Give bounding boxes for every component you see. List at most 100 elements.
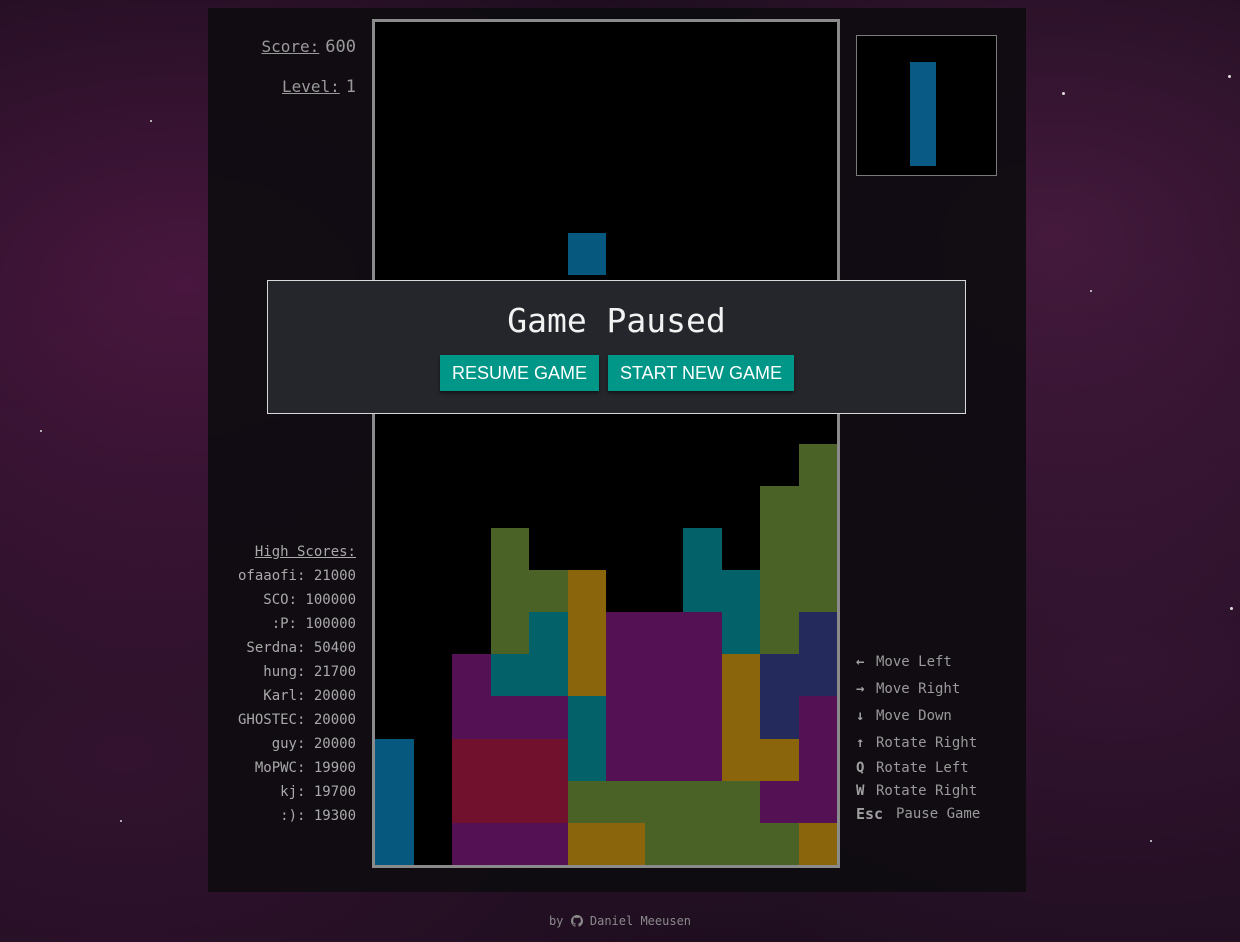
level-value: 1 (345, 77, 356, 97)
high-scores-list: High Scores: ofaaofi: 21000 SCO: 100000:P… (238, 540, 356, 828)
board-cell (375, 739, 414, 781)
board-cell (645, 696, 683, 739)
board-cell (799, 444, 837, 486)
arrow-down-icon: ↓ (856, 707, 865, 724)
star (150, 120, 152, 122)
board-cell (375, 823, 414, 865)
next-piece-preview (856, 35, 997, 176)
board-cell (452, 823, 491, 865)
board-cell (683, 696, 722, 739)
star (1228, 75, 1231, 78)
high-score-entry: Karl: 20000 (263, 688, 356, 704)
board-cell (645, 739, 683, 781)
board-cell (760, 486, 799, 528)
pause-title: Game Paused (507, 301, 726, 340)
board-cell (568, 781, 606, 823)
board-cell (568, 654, 606, 696)
board-cell (760, 696, 799, 739)
board-cell (491, 696, 529, 739)
board-cell (760, 823, 799, 865)
board-cell (645, 654, 683, 696)
arrow-up-icon: ↑ (856, 734, 865, 751)
board-cell (606, 696, 645, 739)
board-cell (722, 823, 760, 865)
pause-dialog: Game Paused RESUME GAME START NEW GAME (267, 280, 966, 414)
board-cell (568, 739, 606, 781)
board-cell (760, 570, 799, 612)
board-cell (568, 696, 606, 739)
board-cell (606, 612, 645, 654)
board-cell (722, 781, 760, 823)
star (40, 430, 42, 432)
control-row: Esc Pause Game (856, 802, 980, 825)
control-row: ↓ Move Down (856, 702, 980, 729)
level-display: Level: 1 (282, 77, 356, 97)
board-cell (760, 654, 799, 696)
high-score-entry: guy: 20000 (271, 736, 356, 752)
board-cell (799, 823, 837, 865)
star (1090, 290, 1092, 292)
board-cell (568, 612, 606, 654)
board-cell (722, 654, 760, 696)
board-cell (722, 612, 760, 654)
board-cell (645, 612, 683, 654)
game-board[interactable] (372, 19, 840, 868)
board-cell (683, 528, 722, 570)
control-row: ↑ Rotate Right (856, 729, 980, 756)
board-cell (722, 739, 760, 781)
star (1230, 607, 1233, 610)
board-cell (722, 696, 760, 739)
board-cell (529, 781, 568, 823)
score-display: Score: 600 (261, 37, 356, 57)
board-cell (606, 739, 645, 781)
star (1062, 92, 1065, 95)
board-cell (799, 570, 837, 612)
board-cell (645, 781, 683, 823)
board-cell (375, 781, 414, 823)
board-cell (683, 823, 722, 865)
board-cell (683, 739, 722, 781)
control-row: → Move Right (856, 675, 980, 702)
score-value: 600 (325, 37, 356, 57)
controls-legend: ← Move Left → Move Right ↓ Move Down ↑ Rotate R… (856, 648, 980, 825)
board-cell (568, 233, 606, 275)
control-row: ← Move Left (856, 648, 980, 675)
high-score-entry: MoPWC: 19900 (254, 760, 356, 776)
high-score-entry: :): 19300 (280, 808, 356, 824)
board-cell (529, 823, 568, 865)
board-cell (491, 528, 529, 570)
board-cell (760, 739, 799, 781)
footer-by: by (548, 914, 564, 928)
control-label: Move Right (876, 680, 961, 697)
board-cell (568, 823, 606, 865)
control-label: Move Left (876, 653, 952, 670)
board-cell (722, 570, 760, 612)
board-cell (606, 781, 645, 823)
board-cell (683, 654, 722, 696)
board-cell (491, 654, 529, 696)
control-label: Rotate Left (876, 759, 969, 776)
high-score-entry: hung: 21700 (263, 664, 356, 680)
board-cell (799, 486, 837, 528)
board-cell (491, 612, 529, 654)
board-cell (529, 612, 568, 654)
board-cell (529, 739, 568, 781)
esc-key-icon: Esc (856, 804, 884, 823)
board-cell (760, 528, 799, 570)
control-label: Rotate Right (876, 734, 978, 751)
high-score-entry: GHOSTEC: 20000 (237, 712, 356, 728)
q-key-icon: Q (856, 759, 865, 776)
resume-game-button[interactable]: RESUME GAME (440, 355, 599, 391)
board-cell (491, 739, 529, 781)
board-cell (799, 612, 837, 654)
board-cell (760, 612, 799, 654)
board-cell (529, 696, 568, 739)
board-cell (606, 654, 645, 696)
high-score-entry: SCO: 100000 (263, 592, 356, 608)
footer-author[interactable]: Daniel Meeusen (590, 914, 691, 928)
board-cell (799, 654, 837, 696)
board-cell (683, 781, 722, 823)
start-new-game-button[interactable]: START NEW GAME (608, 355, 794, 391)
board-cell (568, 570, 606, 612)
board-cell (606, 823, 645, 865)
